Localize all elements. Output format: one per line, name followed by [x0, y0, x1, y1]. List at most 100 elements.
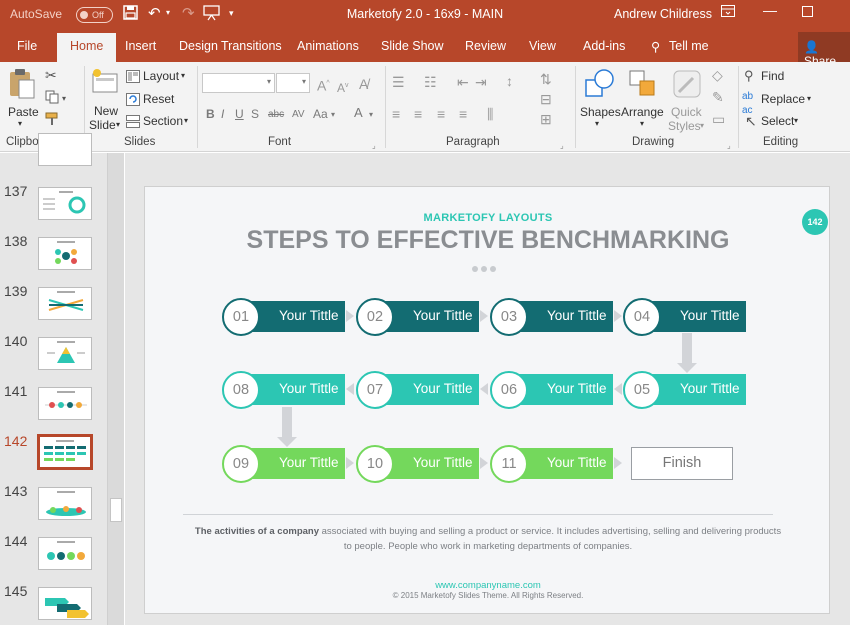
tab-add-ins[interactable]: Add-ins	[583, 39, 625, 53]
font-size-combobox[interactable]: ▾	[276, 73, 310, 93]
font-launcher-icon[interactable]: ⌟	[372, 141, 376, 150]
text-shadow-icon[interactable]: S	[251, 107, 259, 121]
underline-icon[interactable]: U	[235, 107, 244, 121]
align-right-icon[interactable]: ≡	[437, 107, 445, 121]
slide-thumbnail-140[interactable]	[38, 337, 92, 370]
slide-description[interactable]: The activities of a company associated w…	[193, 524, 783, 554]
text-direction-icon[interactable]: ⇅	[540, 72, 552, 86]
line-spacing-icon[interactable]: ↕	[506, 74, 513, 88]
tab-animations[interactable]: Animations	[297, 39, 359, 53]
slide-thumbnail-143[interactable]	[38, 487, 92, 520]
reset-button[interactable]: Reset	[143, 92, 174, 106]
paragraph-launcher-icon[interactable]: ⌟	[560, 141, 564, 150]
maximize-icon[interactable]	[802, 4, 813, 20]
replace-dropdown-icon[interactable]: ▾	[807, 94, 811, 103]
arrange-button[interactable]: Arrange ▾	[620, 65, 666, 133]
increase-indent-icon[interactable]: ⇥	[475, 75, 487, 89]
align-left-icon[interactable]: ≡	[392, 107, 400, 121]
font-name-combobox[interactable]: ▾	[202, 73, 275, 93]
footer-copyright[interactable]: © 2015 Marketofy Slides Theme. All Right…	[145, 591, 831, 600]
share-button[interactable]: 👤Share	[798, 32, 850, 68]
paste-button[interactable]: Paste ▾	[4, 65, 40, 133]
minimize-icon[interactable]: —	[763, 2, 777, 18]
user-name[interactable]: Andrew Childress	[614, 7, 712, 21]
columns-icon[interactable]: ⫼	[487, 107, 493, 121]
layout-dropdown-icon[interactable]: ▾	[181, 71, 185, 80]
current-slide[interactable]: MARKETOFY LAYOUTS STEPS TO EFFECTIVE BEN…	[144, 186, 830, 614]
section-icon[interactable]	[126, 115, 140, 130]
font-group-label: Font	[268, 136, 292, 148]
slide-thumbnail-142-selected[interactable]	[37, 434, 93, 470]
bold-icon[interactable]: B	[206, 107, 215, 121]
new-slide-button[interactable]: New Slide ▾	[88, 65, 122, 133]
copy-dropdown-icon[interactable]: ▾	[62, 92, 66, 106]
slide-thumbnail-144[interactable]	[38, 537, 92, 570]
slide-title[interactable]: STEPS TO EFFECTIVE BENCHMARKING	[145, 226, 831, 255]
font-size-dropdown-icon[interactable]: ▾	[302, 77, 306, 86]
copy-icon[interactable]	[45, 90, 59, 106]
bullets-icon[interactable]: ☰	[392, 75, 405, 89]
shapes-button[interactable]: Shapes ▾	[579, 65, 621, 133]
strikethrough-icon[interactable]: abc	[268, 109, 284, 120]
tab-transitions[interactable]: Transitions	[221, 39, 282, 53]
shape-fill-icon[interactable]: ◇	[712, 68, 723, 82]
thumbnail-scrollbar[interactable]	[107, 153, 124, 625]
layout-button[interactable]: Layout	[143, 69, 179, 83]
slide-thumbnail-139[interactable]	[38, 287, 92, 320]
slide-subtitle[interactable]: MARKETOFY LAYOUTS	[145, 212, 831, 224]
tell-me-lightbulb-icon[interactable]: ⚲	[651, 39, 660, 54]
italic-icon[interactable]: I	[221, 107, 224, 121]
increase-font-size-icon[interactable]: A^	[317, 77, 330, 93]
slide-thumbnail-141[interactable]	[38, 387, 92, 420]
slide-thumbnail-138[interactable]	[38, 237, 92, 270]
format-painter-icon[interactable]	[45, 112, 59, 128]
footer-url[interactable]: www.companyname.com	[145, 580, 831, 591]
change-case-icon[interactable]: Aa	[313, 107, 328, 121]
font-name-dropdown-icon[interactable]: ▾	[267, 77, 271, 86]
tab-slide-show[interactable]: Slide Show	[381, 39, 444, 53]
tab-design[interactable]: Design	[179, 39, 218, 53]
section-dropdown-icon[interactable]: ▾	[184, 116, 188, 125]
find-icon[interactable]: ⚲	[744, 69, 754, 83]
slide-number-badge[interactable]: 142	[802, 209, 828, 235]
select-dropdown-icon[interactable]: ▾	[794, 116, 798, 125]
cut-icon[interactable]: ✂	[45, 68, 57, 82]
tab-home[interactable]: Home	[57, 33, 117, 62]
drawing-launcher-icon[interactable]: ⌟	[727, 141, 731, 150]
numbering-icon[interactable]: ☷	[424, 75, 437, 89]
clear-formatting-icon[interactable]: A̸	[359, 77, 368, 91]
slide-thumbnail-136[interactable]	[38, 133, 92, 166]
scrollbar-thumb[interactable]	[110, 498, 122, 522]
change-case-dropdown-icon[interactable]: ▾	[331, 110, 335, 119]
tab-review[interactable]: Review	[465, 39, 506, 53]
align-center-icon[interactable]: ≡	[414, 107, 422, 121]
finish-box[interactable]: Finish	[631, 447, 733, 480]
tell-me-search[interactable]: Tell me	[669, 39, 709, 53]
decrease-font-size-icon[interactable]: Av	[337, 79, 349, 95]
tab-insert[interactable]: Insert	[125, 39, 156, 53]
align-text-icon[interactable]: ⊟	[540, 92, 552, 106]
layout-icon[interactable]	[126, 70, 140, 85]
slide-thumbnail-pane[interactable]: 137 138 139 140 141 142 143 144 145	[0, 133, 124, 625]
flow-arrow-down-shaft	[282, 407, 292, 437]
slide-thumbnail-145[interactable]	[38, 587, 92, 620]
shape-effects-icon[interactable]: ▭	[712, 112, 725, 126]
select-cursor-icon[interactable]: ↖	[745, 114, 757, 128]
tab-view[interactable]: View	[529, 39, 556, 53]
font-color-icon[interactable]: A	[354, 105, 363, 120]
character-spacing-icon[interactable]: AV	[292, 109, 305, 120]
convert-to-smartart-icon[interactable]: ⊞	[540, 112, 552, 126]
select-button[interactable]: Select	[761, 114, 794, 128]
tab-file[interactable]: File	[17, 39, 37, 53]
justify-icon[interactable]: ≡	[459, 107, 467, 121]
font-color-dropdown-icon[interactable]: ▾	[369, 110, 373, 119]
decrease-indent-icon[interactable]: ⇤	[457, 75, 469, 89]
shape-outline-icon[interactable]: ✎	[712, 90, 724, 104]
replace-button[interactable]: Replace	[761, 92, 805, 106]
section-button[interactable]: Section	[143, 114, 183, 128]
reset-icon[interactable]	[126, 93, 140, 108]
ribbon-display-options-icon[interactable]	[721, 4, 735, 20]
quick-styles-button[interactable]: Quick Styles ▾	[667, 65, 707, 133]
find-button[interactable]: Find	[761, 69, 784, 83]
slide-thumbnail-137[interactable]	[38, 187, 92, 220]
